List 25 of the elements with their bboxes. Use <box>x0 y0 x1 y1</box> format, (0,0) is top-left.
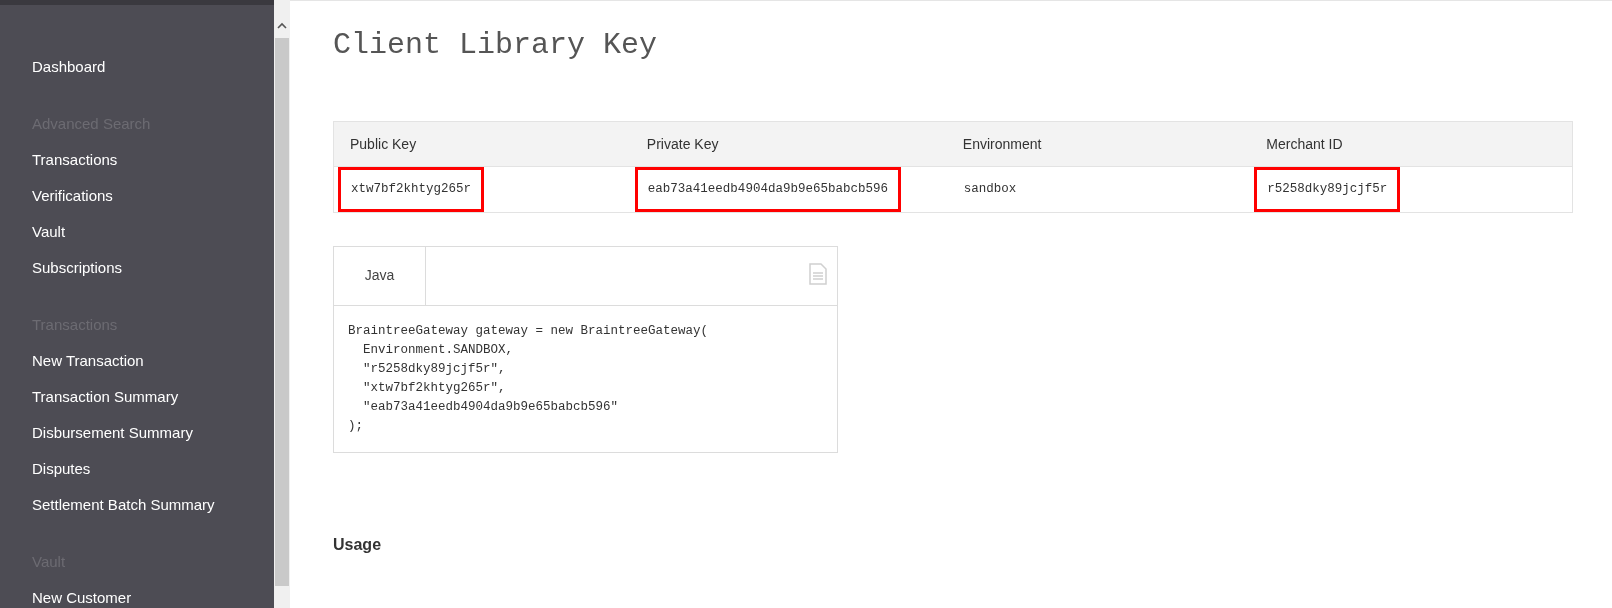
sidebar-item[interactable]: Vault <box>32 222 66 242</box>
column-header: Merchant ID <box>1250 121 1573 167</box>
sidebar-item[interactable]: New Customer <box>32 588 132 608</box>
table-cell: r5258dky89jcjf5r <box>1254 167 1401 212</box>
column-header: Environment <box>946 121 1251 167</box>
sidebar-item[interactable]: Subscriptions <box>32 258 123 278</box>
sidebar-item[interactable]: Verifications <box>32 186 113 206</box>
column-header: Public Key <box>333 121 631 167</box>
table-cell-text: sandbox <box>962 181 1018 198</box>
document-icon[interactable] <box>809 262 827 285</box>
sidebar-item[interactable]: Transactions <box>32 150 118 170</box>
sidebar-item[interactable]: Settlement Batch Summary <box>32 495 215 515</box>
sidebar-item[interactable]: Disputes <box>32 459 91 479</box>
sidebar-item[interactable]: Transaction Summary <box>32 387 179 407</box>
page-title: Client Library Key <box>333 27 659 63</box>
column-header: Private Key <box>630 121 947 167</box>
table-cell: eab73a41eedb4904da9b9e65babcb596 <box>634 167 901 212</box>
sidebar-item[interactable]: Disbursement Summary <box>32 423 193 443</box>
sidebar-item[interactable]: New Transaction <box>32 351 144 371</box>
scroll-up-icon[interactable] <box>277 22 287 29</box>
section-heading: Usage <box>333 534 383 555</box>
sidebar-item[interactable]: Dashboard <box>32 57 106 77</box>
table-cell: xtw7bf2khtyg265r <box>338 167 485 212</box>
scrollbar-thumb[interactable] <box>275 38 289 586</box>
code-text: BraintreeGateway gateway = new BraintreeGateway( Environment.SANDBOX, "r5258dky89jcjf5r", "xtw7bf2khtyg265r", "eab73a41eedb4904da9b9e65babcb596" ); <box>347 322 710 435</box>
